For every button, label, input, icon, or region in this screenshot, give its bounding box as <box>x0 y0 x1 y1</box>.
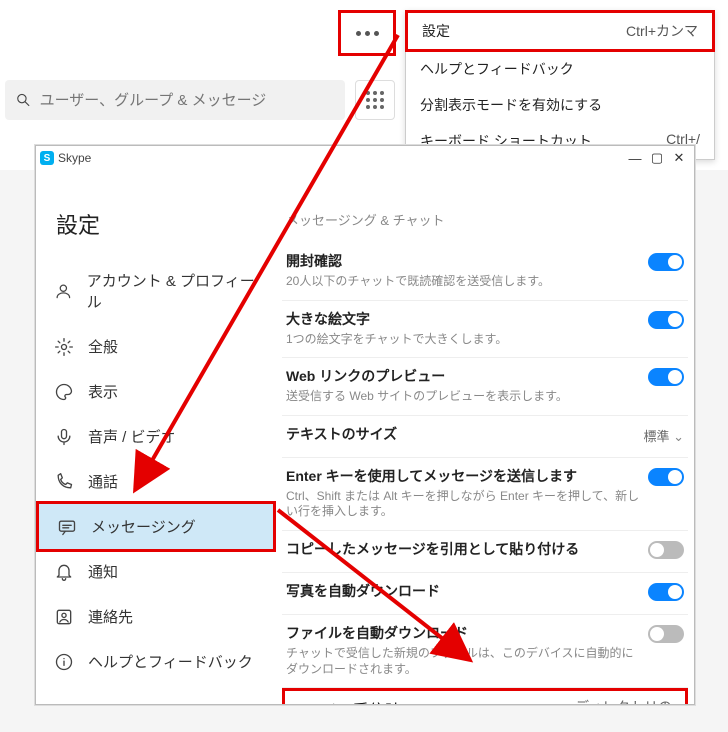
sidebar-item-label: 全般 <box>88 336 118 357</box>
setting-large-emoji: 大きな絵文字 1つの絵文字をチャットで大きくします。 <box>282 301 688 359</box>
sidebar-item-account[interactable]: アカウント & プロフィール <box>36 258 276 324</box>
gear-icon <box>54 337 74 357</box>
setting-title: ファイルを自動ダウンロード <box>286 623 640 643</box>
sidebar-item-appearance[interactable]: 表示 <box>36 369 276 414</box>
setting-title: 大きな絵文字 <box>286 309 640 329</box>
sidebar-item-label: 連絡先 <box>88 606 133 627</box>
menu-shortcut: Ctrl+カンマ <box>626 21 698 41</box>
dialpad-button[interactable] <box>355 80 395 120</box>
more-icon <box>356 31 379 36</box>
toggle-enter-send[interactable] <box>648 468 684 486</box>
sidebar-item-label: メッセージング <box>91 516 196 537</box>
toggle-link-preview[interactable] <box>648 368 684 386</box>
sidebar-item-help[interactable]: ヘルプとフィードバック <box>36 639 276 684</box>
setting-read-receipts: 開封確認 20人以下のチャットで既読確認を送受信します。 <box>282 243 688 301</box>
settings-main: メッセージング & チャット 開封確認 20人以下のチャットで既読確認を送受信し… <box>276 170 694 704</box>
sidebar-item-audio[interactable]: 音声 / ビデオ <box>36 414 276 459</box>
menu-item-splitview[interactable]: 分割表示モードを有効にする <box>406 87 714 123</box>
dialpad-icon <box>366 91 384 109</box>
menu-label: ヘルプとフィードバック <box>420 59 574 79</box>
sidebar-item-calling[interactable]: 通話 <box>36 459 276 504</box>
sidebar-item-label: ヘルプとフィードバック <box>88 651 253 672</box>
sidebar-item-contacts[interactable]: 連絡先 <box>36 594 276 639</box>
sidebar-item-label: 音声 / ビデオ <box>88 426 176 447</box>
toggle-paste-quote[interactable] <box>648 541 684 559</box>
setting-desc: チャットで受信した新規のファイルは、このデバイスに自動的にダウンロードされます。 <box>286 646 640 677</box>
setting-title: 写真を自動ダウンロード <box>286 581 640 601</box>
setting-title: テキストのサイズ <box>286 424 635 444</box>
search-icon <box>15 91 32 109</box>
menu-item-help[interactable]: ヘルプとフィードバック <box>406 51 714 87</box>
phone-icon <box>54 472 74 492</box>
info-icon <box>54 652 74 672</box>
setting-enter-send: Enter キーを使用してメッセージを送信します Ctrl、Shift または … <box>282 458 688 531</box>
setting-desc: 1つの絵文字をチャットで大きくします。 <box>286 332 640 348</box>
sidebar-item-label: アカウント & プロフィール <box>87 270 258 312</box>
menu-label: 設定 <box>422 21 450 41</box>
setting-desc: 20人以下のチャットで既読確認を送受信します。 <box>286 274 640 290</box>
contacts-icon <box>54 607 74 627</box>
setting-desc: Ctrl、Shift または Alt キーを押しながら Enter キーを押して… <box>286 489 640 520</box>
sidebar-title: 設定 <box>36 182 276 258</box>
message-icon <box>57 517 77 537</box>
setting-title: Enter キーを使用してメッセージを送信します <box>286 466 640 486</box>
sidebar-item-label: 表示 <box>88 381 118 402</box>
toggle-large-emoji[interactable] <box>648 311 684 329</box>
settings-window: S Skype ― ▢ ✕ 設定 アカウント & プロフィール 全般 表示 <box>35 145 695 705</box>
sidebar-item-general[interactable]: 全般 <box>36 324 276 369</box>
setting-title: Web リンクのプレビュー <box>286 366 640 386</box>
search-input[interactable] <box>40 92 335 109</box>
settings-sidebar: 設定 アカウント & プロフィール 全般 表示 音声 / ビデオ 通話 <box>36 170 276 704</box>
change-directory-button[interactable]: ディレクトリの変更 <box>575 699 672 704</box>
sidebar-item-label: 通話 <box>88 471 118 492</box>
setting-desc: 送受信する Web サイトのプレビューを表示します。 <box>286 389 640 405</box>
setting-auto-photo: 写真を自動ダウンロード <box>282 573 688 615</box>
titlebar: S Skype ― ▢ ✕ <box>36 146 694 170</box>
toggle-read-receipts[interactable] <box>648 253 684 271</box>
text-size-dropdown[interactable]: 標準 <box>643 429 684 444</box>
menu-label: 分割表示モードを有効にする <box>420 95 602 115</box>
skype-icon: S <box>40 151 54 165</box>
window-title: Skype <box>58 151 91 165</box>
more-button[interactable] <box>338 10 396 56</box>
setting-paste-quote: コピーしたメッセージを引用として貼り付ける <box>282 531 688 573</box>
menu-item-settings[interactable]: 設定 Ctrl+カンマ <box>405 10 715 52</box>
toggle-auto-file[interactable] <box>648 625 684 643</box>
setting-text-size: テキストのサイズ 標準 <box>282 416 688 458</box>
bell-icon <box>54 562 74 582</box>
user-icon <box>54 281 73 301</box>
setting-title: ファイル受信時 <box>289 697 567 704</box>
setting-file-receive: ファイル受信時 ファイルを次の場所に保存します: Downloads ディレクト… <box>282 688 688 704</box>
close-button[interactable]: ✕ <box>668 150 690 166</box>
setting-auto-file: ファイルを自動ダウンロード チャットで受信した新規のファイルは、このデバイスに自… <box>282 615 688 688</box>
sidebar-item-notifications[interactable]: 通知 <box>36 549 276 594</box>
sidebar-item-label: 通知 <box>88 561 118 582</box>
search-box[interactable] <box>5 80 345 120</box>
maximize-button[interactable]: ▢ <box>646 150 668 166</box>
toggle-auto-photo[interactable] <box>648 583 684 601</box>
setting-title: 開封確認 <box>286 251 640 271</box>
mic-icon <box>54 427 74 447</box>
sidebar-item-messaging[interactable]: メッセージング <box>36 501 276 552</box>
setting-link-preview: Web リンクのプレビュー 送受信する Web サイトのプレビューを表示します。 <box>282 358 688 416</box>
blank-area <box>5 5 245 63</box>
context-menu: 設定 Ctrl+カンマ ヘルプとフィードバック 分割表示モードを有効にする キー… <box>405 10 715 160</box>
settings-section-header: メッセージング & チャット <box>282 210 688 229</box>
minimize-button[interactable]: ― <box>624 151 646 166</box>
palette-icon <box>54 382 74 402</box>
setting-title: コピーしたメッセージを引用として貼り付ける <box>286 539 640 559</box>
